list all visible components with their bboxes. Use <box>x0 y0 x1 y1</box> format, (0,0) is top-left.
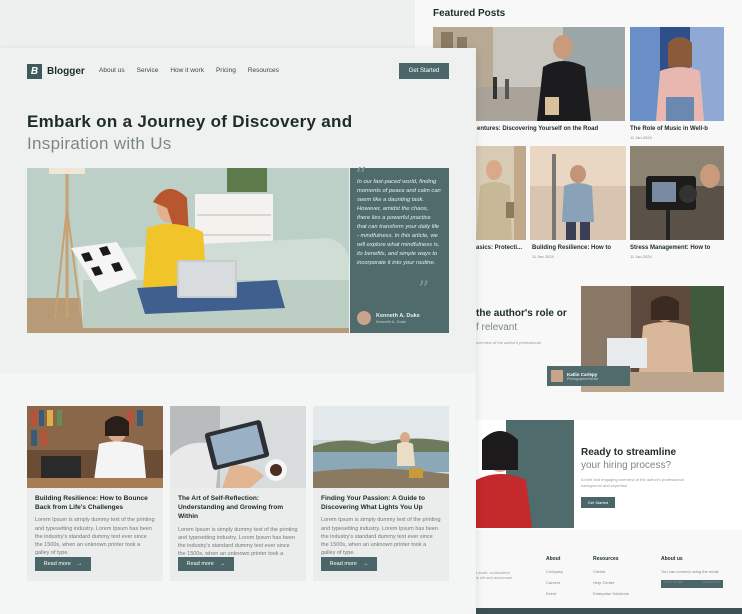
featured-caption-2[interactable]: The Role of Music in Well-b <box>630 126 708 132</box>
footer-col-title: Resources <box>593 556 619 562</box>
header-get-started-button[interactable]: Get Started <box>399 63 449 79</box>
arrow-right-icon: → <box>76 561 83 567</box>
blog-card-title[interactable]: Building Resilience: How to Bounce Back … <box>27 488 163 512</box>
subscribe-field[interactable]: Your email Subscribe <box>661 579 723 588</box>
woman-laptop-sofa-photo <box>27 168 349 333</box>
hire-get-started-button[interactable]: Get Started <box>581 497 615 508</box>
hero-quote-text: In our fast-paced world, finding moments… <box>357 179 441 266</box>
blog-card-excerpt: Lorem Ipsum is simply dummy text of the … <box>35 517 155 557</box>
footer-link[interactable]: Event <box>546 591 563 596</box>
camera-photo <box>630 146 724 240</box>
featured-image-2[interactable] <box>630 27 724 121</box>
nav-about-us[interactable]: About us <box>99 67 125 74</box>
footer-intro: t amet, consectetur is elit sed accumsan <box>476 570 513 580</box>
woman-red-sweater-photo <box>476 420 574 528</box>
hero-title-line1: Embark on a Journey of Discovery and <box>27 112 353 131</box>
featured-title: Featured Posts <box>433 8 506 19</box>
hire-photo <box>476 420 574 528</box>
reading-woman-photo <box>476 146 526 240</box>
blog-card-image <box>170 406 306 488</box>
avatar <box>551 370 563 382</box>
featured-image-5[interactable] <box>630 146 724 240</box>
blog-card-1[interactable]: Building Resilience: How to Bounce Back … <box>27 406 163 581</box>
footer-col-about-us: About us You can connect using the email… <box>661 556 731 588</box>
footer-col-title: About <box>546 556 561 562</box>
footer-text: You can connect using the email <box>661 569 719 574</box>
featured-image-4[interactable] <box>530 146 626 240</box>
author-section-title: the author's role or <box>476 308 567 319</box>
footer-link[interactable]: Company <box>546 569 563 574</box>
blog-card-image <box>313 406 449 488</box>
nav-how-it-work[interactable]: How it work <box>170 67 204 74</box>
read-more-button[interactable]: Read more → <box>178 557 234 571</box>
author-badge-role: Photographer/Writer <box>567 376 599 381</box>
footer-link[interactable]: Clients <box>593 569 629 574</box>
hero-quote-card: In our fast-paced world, finding moments… <box>350 168 449 333</box>
quote-author: Kenneth A. Duke Kenneth A. Duke <box>357 311 420 325</box>
hero-title-line2: Inspiration with Us <box>27 134 172 153</box>
hire-subtitle: your hiring process? <box>581 460 672 471</box>
blog-card-image <box>27 406 163 488</box>
lake-woman-photo <box>313 406 449 488</box>
hero-image <box>27 168 349 333</box>
blog-card-2[interactable]: The Art of Self-Reflection: Understandin… <box>170 406 306 581</box>
subscribe-input[interactable]: Your email <box>664 579 683 584</box>
featured-date-2: 11 Jan 2024 <box>630 135 652 140</box>
read-more-label: Read more <box>329 561 357 567</box>
blog-card-3[interactable]: Finding Your Passion: A Guide to Discove… <box>313 406 449 581</box>
main-nav: About us Service How it work Pricing Res… <box>99 67 279 74</box>
quote-author-role: Kenneth A. Duke <box>376 318 407 324</box>
blog-card-title[interactable]: Finding Your Passion: A Guide to Discove… <box>313 488 449 512</box>
footer-link[interactable]: Help Center <box>593 580 629 585</box>
author-badge-name: Katlin Carlepy <box>567 371 598 377</box>
footer-col-resources: Resources Clients Help Center Enterprise… <box>593 556 629 602</box>
footer-col-title: About us <box>661 556 683 562</box>
author-badge: Katlin Carlepy Photographer/Writer <box>547 366 630 386</box>
footer-link[interactable]: Enterprise Solutions <box>593 591 629 596</box>
avatar <box>357 311 371 325</box>
blog-card-excerpt: Lorem Ipsum is simply dummy text of the … <box>321 517 441 557</box>
read-more-button[interactable]: Read more → <box>35 557 91 571</box>
read-more-label: Read more <box>43 561 71 567</box>
author-section-text: overview of the author's professional <box>476 340 541 345</box>
arrow-right-icon: → <box>362 561 369 567</box>
tablet-coffee-photo <box>170 406 306 488</box>
arrow-right-icon: → <box>219 561 226 567</box>
brand-name: Blogger <box>47 66 85 77</box>
read-more-label: Read more <box>186 561 214 567</box>
read-more-button[interactable]: Read more → <box>321 557 377 571</box>
open-quote-icon: “ <box>355 164 367 189</box>
featured-caption-1[interactable]: entures: Discovering Yourself on the Roa… <box>477 126 598 132</box>
blog-card-title[interactable]: The Art of Self-Reflection: Understandin… <box>170 488 306 522</box>
traveler-photo <box>530 146 626 240</box>
footer-link[interactable]: Careers <box>546 580 563 585</box>
logo-icon: B <box>27 64 42 79</box>
hire-title: Ready to streamline <box>581 447 677 458</box>
footer-col-about: About Company Careers Event <box>546 556 563 602</box>
footer-bottom-bar <box>476 608 742 614</box>
subscribe-button[interactable]: Subscribe <box>702 579 720 584</box>
brand-logo[interactable]: B Blogger <box>27 64 85 79</box>
library-woman-photo <box>27 406 163 488</box>
nav-service[interactable]: Service <box>137 67 159 74</box>
featured-date-4: 11 Jan 2024 <box>532 254 554 259</box>
music-woman-photo <box>630 27 724 121</box>
featured-caption-3[interactable]: asics: Protecti... <box>476 245 522 251</box>
nav-pricing[interactable]: Pricing <box>216 67 236 74</box>
author-section-subtitle: f relevant <box>476 322 518 333</box>
featured-caption-4[interactable]: Building Resilience: How to <box>532 245 611 251</box>
featured-caption-5[interactable]: Stress Management: How to <box>630 245 710 251</box>
quote-author-name: Kenneth A. Duke <box>376 312 420 319</box>
nav-resources[interactable]: Resources <box>248 67 279 74</box>
featured-image-3[interactable] <box>476 146 526 240</box>
close-quote-icon: ” <box>418 278 430 303</box>
featured-date-5: 11 Jan 2024 <box>630 254 652 259</box>
hire-text: A brief and engaging overview of the aut… <box>581 477 684 488</box>
